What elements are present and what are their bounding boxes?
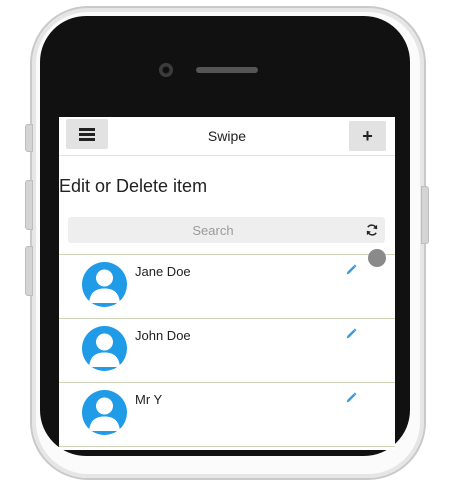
mute-switch xyxy=(25,124,33,152)
app-screen: Swipe + Edit or Delete item Jane Doe xyxy=(59,117,395,450)
search-input[interactable] xyxy=(68,217,358,243)
menu-button[interactable] xyxy=(66,119,108,149)
pencil-icon[interactable] xyxy=(344,391,358,405)
volume-up-button xyxy=(25,180,33,230)
power-button xyxy=(421,186,429,244)
pencil-icon[interactable] xyxy=(344,263,358,277)
hamburger-icon xyxy=(79,128,95,141)
page-title: Swipe xyxy=(207,128,247,144)
user-avatar-icon xyxy=(82,326,127,371)
search-bar xyxy=(68,217,385,243)
item-name: Jane Doe xyxy=(135,264,191,279)
volume-down-button xyxy=(25,246,33,296)
user-avatar-icon xyxy=(82,262,127,307)
item-list: Jane Doe John Doe Mr Y xyxy=(59,254,395,447)
list-item[interactable]: Mr Y xyxy=(59,383,395,447)
swipe-handle[interactable] xyxy=(368,249,386,267)
user-avatar-icon xyxy=(82,390,127,435)
earpiece-speaker xyxy=(196,67,258,73)
front-camera xyxy=(159,63,173,77)
pencil-icon[interactable] xyxy=(344,327,358,341)
item-name: John Doe xyxy=(135,328,191,343)
list-item[interactable]: Jane Doe xyxy=(59,254,395,319)
list-item[interactable]: John Doe xyxy=(59,319,395,383)
refresh-icon[interactable] xyxy=(365,223,379,237)
item-name: Mr Y xyxy=(135,392,163,407)
add-item-button[interactable]: + xyxy=(349,121,386,151)
page-heading: Edit or Delete item xyxy=(59,176,208,196)
app-header: Swipe + xyxy=(59,117,395,156)
